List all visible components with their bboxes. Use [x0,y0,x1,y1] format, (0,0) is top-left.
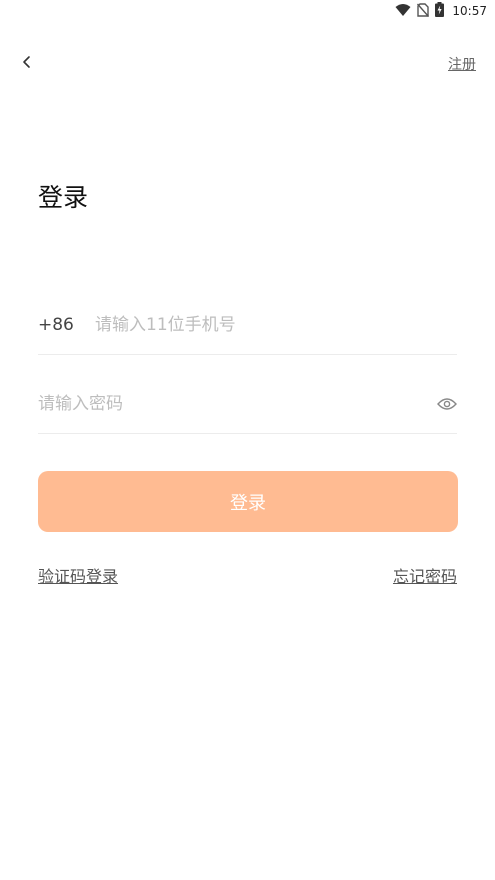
password-input[interactable] [38,389,435,419]
page-title: 登录 [38,183,89,212]
no-sim-icon [417,2,430,21]
status-bar: 10:57 [0,0,495,22]
wifi-icon [395,2,411,21]
sms-code-login-link[interactable]: 验证码登录 [38,563,118,587]
password-field-row [38,375,457,434]
status-time: 10:57 [452,4,487,18]
login-button[interactable]: 登录 [38,471,458,532]
phone-field-row: +86 [38,296,457,355]
status-icons: 10:57 [395,1,487,21]
eye-icon[interactable] [435,392,459,416]
phone-input[interactable] [95,310,457,340]
forgot-password-link[interactable]: 忘记密码 [393,563,457,587]
register-link[interactable]: 注册 [448,54,476,74]
battery-charging-icon [435,1,445,21]
back-button[interactable] [14,50,40,76]
country-code[interactable]: +86 [38,315,95,335]
chevron-left-icon [22,54,32,73]
